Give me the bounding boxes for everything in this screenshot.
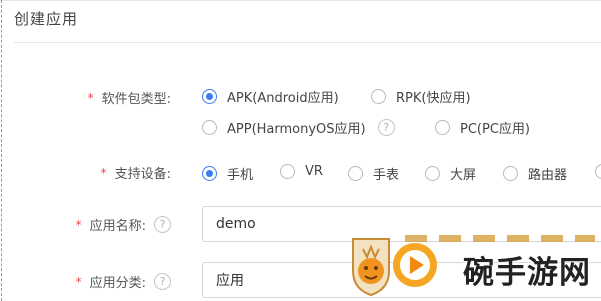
title-divider [14, 42, 601, 43]
radio-icon[interactable] [202, 89, 217, 104]
radio-icon[interactable] [202, 120, 217, 135]
radio-icon[interactable] [595, 164, 601, 179]
radio-icon[interactable] [435, 120, 450, 135]
package-option-rpk[interactable]: RPK(快应用) [371, 87, 471, 106]
device-option-router[interactable]: 路由器 [503, 164, 567, 183]
question-circle-icon[interactable]: ? [377, 119, 395, 136]
required-star: * [100, 165, 107, 180]
question-circle-icon[interactable]: ? [154, 216, 171, 233]
package-option-app[interactable]: APP(HarmonyOS应用) ? [202, 118, 395, 137]
question-circle-icon[interactable]: ? [154, 273, 171, 290]
category-label: * 应用分类: ? [76, 272, 171, 291]
radio-icon[interactable] [280, 164, 295, 179]
radio-icon[interactable] [425, 166, 440, 181]
device-option-more[interactable] [595, 164, 601, 179]
watermark: 碗手游网 [333, 231, 601, 301]
required-star: * [75, 274, 82, 289]
watermark-text: 碗手游网 [463, 255, 591, 291]
package-option-apk[interactable]: APK(Android应用) [202, 87, 339, 106]
radio-icon[interactable] [371, 89, 386, 104]
devices-label: * 支持设备: [100, 165, 171, 183]
package-type-label: * 软件包类型: [87, 90, 171, 108]
watermark-play-icon [393, 243, 437, 287]
device-option-screen[interactable]: 大屏 [425, 164, 476, 183]
radio-icon[interactable] [503, 166, 518, 181]
app-name-label: * 应用名称: ? [76, 215, 171, 234]
radio-icon[interactable] [348, 166, 363, 181]
device-option-watch[interactable]: 手表 [348, 164, 399, 183]
device-option-phone[interactable]: 手机 [202, 164, 253, 183]
required-star: * [75, 217, 82, 232]
radio-icon[interactable] [202, 166, 217, 181]
page-title: 创建应用 [14, 10, 79, 28]
dashed-border [1, 0, 2, 301]
required-star: * [87, 90, 94, 105]
top-border [0, 0, 601, 1]
device-option-vr[interactable]: VR [280, 164, 323, 179]
package-option-pc[interactable]: PC(PC应用) [435, 118, 530, 137]
